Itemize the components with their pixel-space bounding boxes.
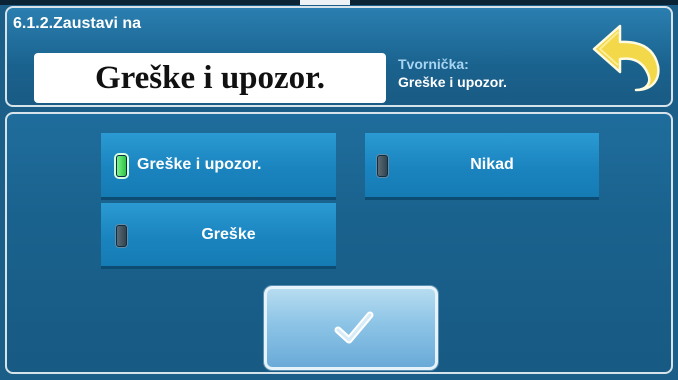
confirm-button[interactable]: [264, 286, 438, 370]
option-errors[interactable]: Greške: [101, 203, 336, 269]
factory-default-label: Tvornička:: [398, 56, 469, 72]
top-strip-gap: [300, 0, 350, 5]
option-label: Nikad: [470, 156, 514, 173]
back-button[interactable]: [590, 22, 662, 92]
page-title: 6.1.2.Zaustavi na: [13, 15, 142, 32]
option-label: Greške i upozor.: [137, 156, 262, 173]
back-arrow-icon: [592, 24, 660, 92]
green-indicator-icon: [116, 155, 127, 177]
factory-default-value: Greške i upozor.: [398, 74, 507, 90]
checkmark-icon: [334, 311, 374, 344]
option-label: Greške: [201, 225, 256, 243]
current-value-display: Greške i upozor.: [34, 53, 386, 103]
header-panel: 6.1.2.Zaustavi na Greške i upozor. Tvorn…: [5, 6, 673, 107]
top-strip: [0, 0, 678, 5]
option-errors-and-warnings[interactable]: Greške i upozor.: [101, 133, 336, 200]
option-never[interactable]: Nikad: [365, 133, 599, 200]
